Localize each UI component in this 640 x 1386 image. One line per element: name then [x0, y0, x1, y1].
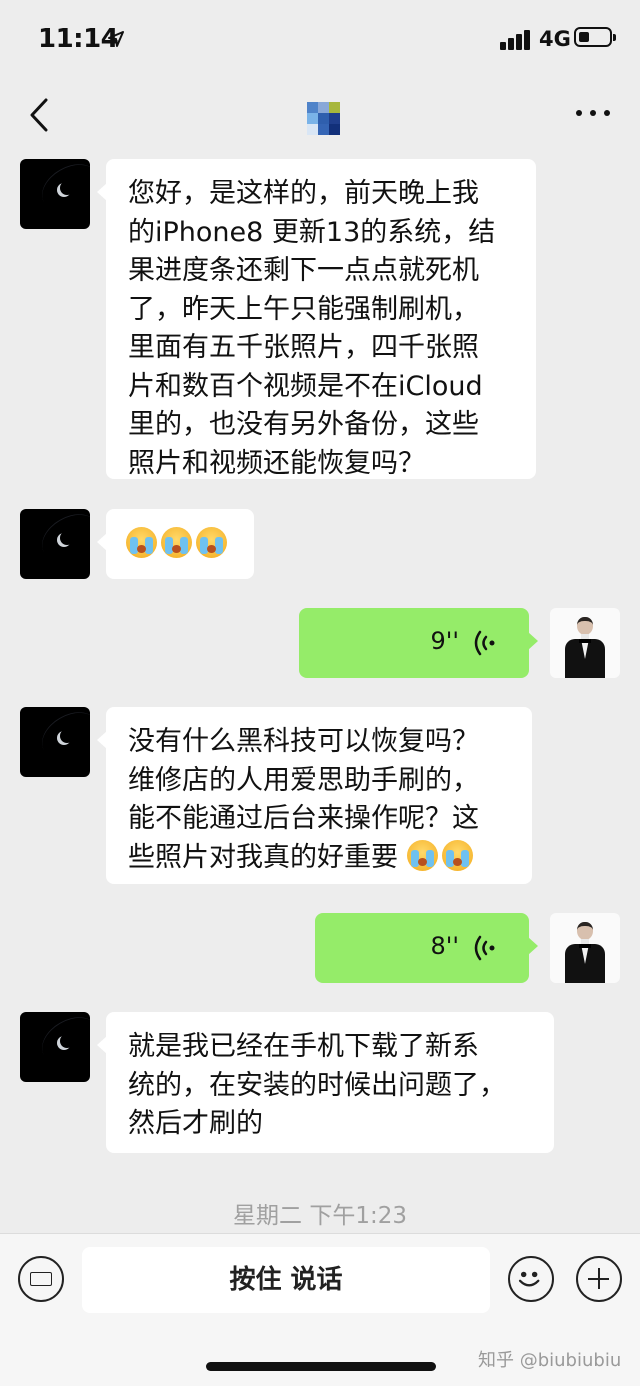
network-type: 4G	[539, 27, 571, 51]
my-avatar[interactable]	[550, 608, 620, 678]
status-time: 11:14	[38, 24, 119, 54]
message-line: 统的，在安装的时候出问题了，	[128, 1069, 506, 1101]
cellular-signal-icon	[500, 28, 534, 50]
crying-emoji-icon	[406, 839, 438, 871]
contact-avatar[interactable]	[20, 159, 90, 229]
chat-timestamp: 星期二 下午1:23	[233, 1203, 407, 1229]
message-bubble-incoming[interactable]	[97, 509, 254, 579]
message-line: 片和数百个视频是不在iCloud	[128, 370, 483, 402]
message-line: 就是我已经在手机下载了新系	[128, 1031, 479, 1062]
message-line: 没有什么黑科技可以恢复吗？	[128, 726, 479, 757]
message-bubble-incoming[interactable]: 就是我已经在手机下载了新系 统的，在安装的时候出问题了， 然后才刷的	[97, 1012, 554, 1153]
message-bubble-incoming[interactable]: 没有什么黑科技可以恢复吗？ 维修店的人用爱思助手刷的， 能不能通过后台来操作呢？…	[97, 707, 532, 884]
voice-message-bubble[interactable]: 9''	[299, 608, 538, 678]
message-line: 您好，是这样的，前天晚上我	[128, 178, 479, 209]
message-text: 些照片对我真的好重要	[128, 841, 398, 873]
my-avatar[interactable]	[550, 913, 620, 983]
message-bubble-incoming[interactable]: 您好，是这样的，前天晚上我 的iPhone8 更新13的系统，结 果进度条还剩下…	[97, 159, 536, 479]
contact-avatar[interactable]	[20, 509, 90, 579]
back-chevron-icon[interactable]	[26, 94, 66, 138]
input-bar: 按住 说话 知乎 @biubiubiu	[0, 1233, 640, 1386]
contact-avatar[interactable]	[20, 1012, 90, 1082]
message-line: 的iPhone8 更新13的系统，结	[128, 216, 496, 248]
message-line: 能不能通过后台来操作呢？这	[128, 803, 479, 834]
message-line: 些照片对我真的好重要	[128, 839, 510, 878]
crying-emoji-icon	[161, 527, 192, 558]
contact-avatar[interactable]	[20, 707, 90, 777]
voice-duration: 8''	[430, 932, 459, 960]
voice-wave-icon	[474, 935, 495, 961]
message-line: 里面有五千张照片，四千张照	[128, 332, 479, 363]
message-line: 里的，也没有另外备份，这些	[128, 409, 479, 440]
more-actions-plus-icon[interactable]	[576, 1256, 622, 1302]
voice-message-bubble[interactable]: 8''	[315, 913, 538, 983]
message-line: 然后才刷的	[128, 1108, 263, 1139]
status-bar: 11:14 4G	[0, 0, 640, 80]
keyboard-toggle-icon[interactable]	[18, 1256, 64, 1302]
chat-avatar-icon	[307, 102, 341, 136]
location-arrow-icon	[108, 31, 124, 47]
crying-emoji-icon	[126, 527, 157, 558]
battery-icon	[574, 27, 616, 47]
message-line: 果进度条还剩下一点点就死机	[128, 255, 479, 286]
message-line: 维修店的人用爱思助手刷的，	[128, 764, 479, 796]
crying-emoji-icon	[196, 527, 227, 558]
voice-duration: 9''	[430, 627, 459, 655]
chat-header	[0, 80, 640, 152]
more-options-icon[interactable]	[570, 98, 618, 128]
voice-wave-icon	[474, 630, 495, 656]
emoji-picker-icon[interactable]	[508, 1256, 554, 1302]
watermark: 知乎 @biubiubiu	[478, 1350, 622, 1371]
home-indicator[interactable]	[206, 1362, 436, 1371]
message-line: 照片和视频还能恢复吗？	[128, 447, 425, 479]
hold-to-talk-button[interactable]: 按住 说话	[82, 1247, 490, 1313]
crying-emoji-icon	[441, 839, 473, 871]
message-line: 了，昨天上午只能强制刷机，	[128, 293, 479, 325]
